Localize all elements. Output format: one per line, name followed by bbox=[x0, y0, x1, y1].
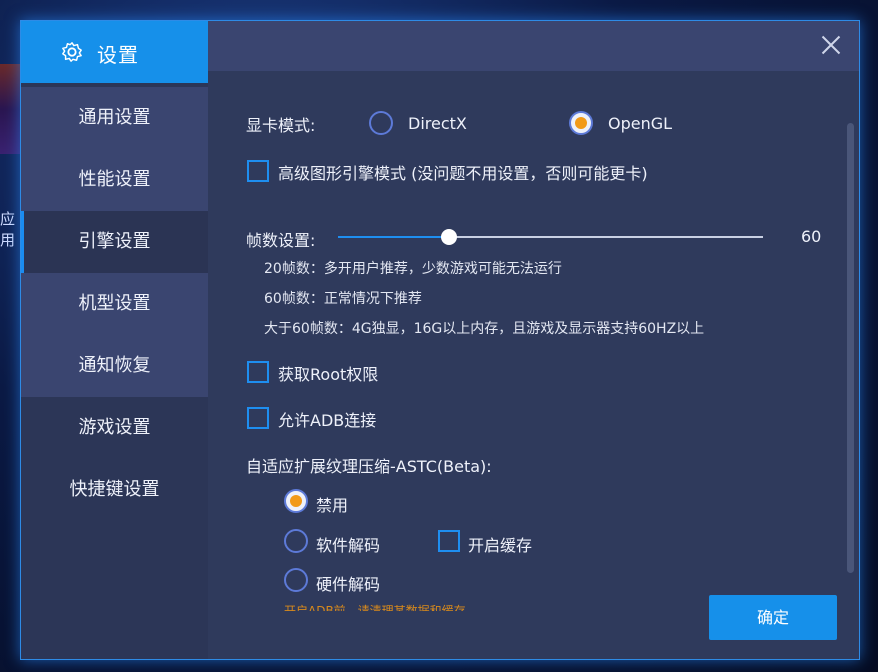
background-app-label: 应用 bbox=[0, 210, 16, 249]
fps-slider-handle[interactable] bbox=[440, 229, 457, 245]
fps-hint-above-60: 大于60帧数：4G独显，16G以上内存，且游戏及显示器支持60HZ以上 bbox=[264, 321, 705, 337]
radio-directx-label[interactable]: DirectX bbox=[408, 114, 467, 133]
sidebar-item-device-model[interactable]: 机型设置 bbox=[21, 273, 208, 335]
adb-label[interactable]: 允许ADB连接 bbox=[278, 407, 376, 431]
content-scrollbar[interactable] bbox=[847, 123, 854, 573]
fps-value: 60 bbox=[801, 227, 822, 246]
sidebar-item-general[interactable]: 通用设置 bbox=[21, 87, 208, 149]
radio-astc-software[interactable] bbox=[284, 529, 308, 553]
radio-astc-hardware-label[interactable]: 硬件解码 bbox=[316, 571, 380, 595]
astc-label: 自适应扩展纹理压缩-ASTC(Beta): bbox=[246, 457, 492, 476]
sidebar-title: 设置 bbox=[97, 43, 139, 67]
confirm-button[interactable]: 确定 bbox=[709, 595, 837, 640]
gear-icon bbox=[62, 42, 82, 62]
advanced-graphics-checkbox[interactable] bbox=[247, 160, 269, 182]
engine-settings-panel: 显卡模式: DirectX OpenGL 高级图形引擎模式 (没问题不用设置，否… bbox=[208, 71, 859, 659]
radio-astc-disabled-label[interactable]: 禁用 bbox=[316, 492, 348, 516]
astc-warning-text: 开启ADB前，请清理某数据和缓存 bbox=[284, 604, 466, 611]
dialog-titlebar bbox=[208, 21, 859, 71]
radio-astc-software-label[interactable]: 软件解码 bbox=[316, 532, 380, 556]
root-checkbox[interactable] bbox=[247, 361, 269, 383]
astc-cache-label[interactable]: 开启缓存 bbox=[468, 532, 532, 556]
fps-slider-track[interactable] bbox=[338, 229, 763, 245]
radio-opengl[interactable] bbox=[569, 111, 593, 135]
gpu-mode-label: 显卡模式: bbox=[246, 116, 316, 135]
fps-hint-20: 20帧数：多开用户推荐，少数游戏可能无法运行 bbox=[264, 261, 562, 277]
advanced-graphics-label[interactable]: 高级图形引擎模式 (没问题不用设置，否则可能更卡) bbox=[278, 160, 648, 184]
sidebar-item-shortcuts[interactable]: 快捷键设置 bbox=[21, 459, 208, 521]
sidebar-item-performance[interactable]: 性能设置 bbox=[21, 149, 208, 211]
close-icon[interactable] bbox=[821, 35, 841, 55]
radio-directx[interactable] bbox=[369, 111, 393, 135]
radio-astc-disabled[interactable] bbox=[284, 489, 308, 513]
sidebar-item-notification-restore[interactable]: 通知恢复 bbox=[21, 335, 208, 397]
fps-label: 帧数设置: bbox=[246, 231, 316, 250]
radio-opengl-label[interactable]: OpenGL bbox=[608, 114, 672, 133]
fps-hint-60: 60帧数：正常情况下推荐 bbox=[264, 291, 422, 307]
sidebar-header: 设置 bbox=[21, 21, 208, 83]
radio-astc-hardware[interactable] bbox=[284, 568, 308, 592]
astc-cache-checkbox[interactable] bbox=[438, 530, 460, 552]
sidebar-item-game[interactable]: 游戏设置 bbox=[21, 397, 208, 459]
settings-dialog: 设置 通用设置 性能设置 引擎设置 机型设置 通知恢复 游戏设置 快捷键设置 显… bbox=[20, 20, 860, 660]
settings-sidebar: 设置 通用设置 性能设置 引擎设置 机型设置 通知恢复 游戏设置 快捷键设置 bbox=[21, 21, 208, 659]
fps-slider-fill bbox=[338, 236, 449, 238]
root-label[interactable]: 获取Root权限 bbox=[278, 361, 378, 385]
sidebar-item-engine[interactable]: 引擎设置 bbox=[21, 211, 208, 273]
adb-checkbox[interactable] bbox=[247, 407, 269, 429]
